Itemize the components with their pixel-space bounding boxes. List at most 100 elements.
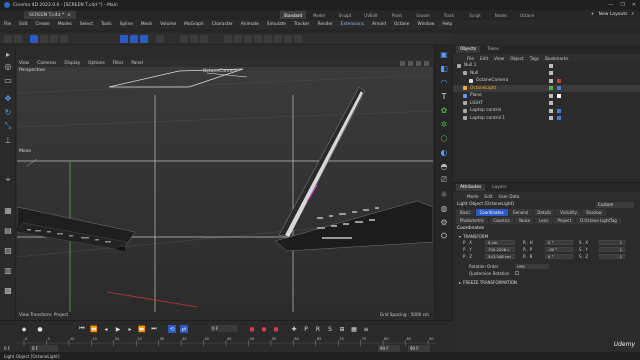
render-picture-viewer-icon[interactable] [190,35,198,43]
visibility-dots-icon[interactable] [549,108,553,113]
toggle-view-icon[interactable] [424,60,429,66]
material-tag-icon[interactable] [557,93,561,98]
close-button[interactable]: ✕ [632,2,636,8]
edges-mode-icon[interactable] [50,35,58,43]
autokey-icon[interactable]: ● [260,325,268,333]
object-row-laptop-control[interactable]: Laptop control [453,107,640,115]
layout-tab-sculpt[interactable]: Sculpt [332,11,358,19]
scale-tool-icon[interactable]: ⤡ [3,121,13,131]
next-key-icon[interactable]: ⏩ [138,325,146,333]
visibility-dots-icon[interactable] [549,101,553,106]
preset-dropdown[interactable]: Custom [596,201,634,208]
timeline-ruler[interactable]: 0 5 10 15 20 25 30 35 40 45 50 55 60 65 70 75 80 85 90 [16,336,436,350]
environment-icon[interactable]: ◓ [439,161,449,171]
axis-z-lock-icon[interactable] [140,35,148,43]
object-row-laptop-control-1[interactable]: Laptop control.1 [453,115,640,123]
go-to-start-icon[interactable]: ⏮ [78,325,86,333]
points-mode-icon[interactable] [40,35,48,43]
menu-extensions[interactable]: Extensions [341,22,364,27]
viewport-menu-filter[interactable]: Filter [113,61,124,66]
freeze-transformation-group[interactable]: ▸ FREEZE TRANSFORMATION [453,279,640,285]
text-tool-icon[interactable]: T [439,91,449,101]
close-tab-icon[interactable]: × [67,13,71,18]
menu-animate[interactable]: Animate [241,22,259,27]
attributes-menu-edit[interactable]: Edit [484,194,492,199]
move-tool-icon[interactable]: ✥ [3,93,13,103]
tab-takes[interactable]: Takes [483,46,503,53]
menu-help[interactable]: Help [442,22,452,27]
viewport-menu-cameras[interactable]: Cameras [37,61,56,66]
axis-x-lock-icon[interactable] [120,35,128,43]
pan-icon[interactable] [400,60,405,66]
layout-tab-script[interactable]: Script [462,11,488,19]
bend-deformer-icon[interactable] [264,35,272,43]
subtab-lens[interactable]: Lens [535,217,553,224]
position-track-icon[interactable]: P [302,325,310,333]
camera-object-icon[interactable]: ⎚ [439,175,449,185]
rot-h-field[interactable]: 0 ° [545,240,573,245]
tab-objects[interactable]: Objects [456,46,481,53]
scale-y-field[interactable]: 1 [599,247,625,252]
viewport-menu-display[interactable]: Display [64,61,80,66]
menu-mograph[interactable]: MoGraph [184,22,204,27]
array-icon[interactable] [254,35,262,43]
record-dot-icon[interactable]: ● [36,325,44,333]
menu-create[interactable]: Create [36,22,50,27]
rot-p-field[interactable]: -90 ° [545,247,573,252]
viewport-menu-panel[interactable]: Panel [131,61,143,66]
layout-tab-groom[interactable]: Groom [410,11,436,19]
menu-edit[interactable]: Edit [19,22,27,27]
object-row-octane-light[interactable]: OctaneLight [453,84,640,92]
previous-key-icon[interactable]: ⏪ [90,325,98,333]
timeline-end-field[interactable]: 90 F [408,345,430,352]
workplane-icon[interactable]: ▦ [3,205,13,215]
keyframe-diamond-icon[interactable]: ◆ [20,325,28,333]
play-icon[interactable]: ▶ [114,325,122,333]
polygons-mode-icon[interactable] [60,35,68,43]
effector-icon[interactable]: ⬡ [439,133,449,143]
tab-attributes[interactable]: Attributes [456,184,486,191]
layer-icon[interactable]: ▩ [3,285,13,295]
objects-menu-object[interactable]: Object [510,56,524,61]
pos-x-field[interactable]: 0 cm [485,240,515,245]
subtab-octane-lighttag[interactable]: O.Octane LightTag [576,217,621,224]
menu-mesh[interactable]: Mesh [141,22,152,27]
layout-tab-uvedit[interactable]: UVEdit [358,11,384,19]
menu-volume[interactable]: Volume [160,22,176,27]
menu-spline[interactable]: Spline [120,22,133,27]
render-view-icon[interactable] [180,35,188,43]
spline-icon[interactable]: ◠ [439,77,449,87]
object-row-light[interactable]: LIGHT [453,100,640,108]
light-icon[interactable] [294,35,302,43]
layout-tab-octane[interactable]: Octane [514,11,540,19]
fps-icon[interactable]: ⇄ [180,325,188,333]
timeline-min-field[interactable]: 0 F [30,345,58,352]
scale-track-icon[interactable]: S [326,325,334,333]
subtab-coordinates[interactable]: Coordinates [475,209,508,216]
pos-z-field[interactable]: 543.548 cm [485,254,515,259]
pla-track-icon[interactable]: ▦ [350,325,358,333]
control-tag-icon[interactable] [557,108,561,113]
visibility-dots-icon[interactable] [549,116,553,121]
primitive-cube-icon[interactable]: ◧ [439,63,449,73]
object-row-null[interactable]: Null [453,70,640,78]
grid-icon[interactable]: ▤ [3,225,13,235]
object-row-octane-camera[interactable]: OctaneCamera [453,77,640,85]
timeline-settings-icon[interactable]: ≡ [362,325,370,333]
visibility-dots-icon[interactable] [549,93,553,98]
subtab-general[interactable]: General [508,209,533,216]
menu-render[interactable]: Render [317,22,332,27]
object-row-null1[interactable]: Null.1 [453,62,640,70]
selection-icon[interactable]: ▸ [3,49,13,59]
octane-light-tag-icon[interactable] [557,86,561,91]
menu-tracker[interactable]: Tracker [294,22,310,27]
viewport-menu-options[interactable]: Options [88,61,105,66]
subtab-project[interactable]: Project [553,217,576,224]
visibility-dots-icon[interactable] [549,63,553,68]
pen-spline-icon[interactable] [234,35,242,43]
menu-modes[interactable]: Modes [58,22,72,27]
search-icon[interactable]: ⌕ [631,11,634,17]
objects-menu-file[interactable]: File [467,56,474,61]
generator-icon[interactable]: ✿ [439,105,449,115]
light-object-icon[interactable]: ☼ [439,189,449,199]
